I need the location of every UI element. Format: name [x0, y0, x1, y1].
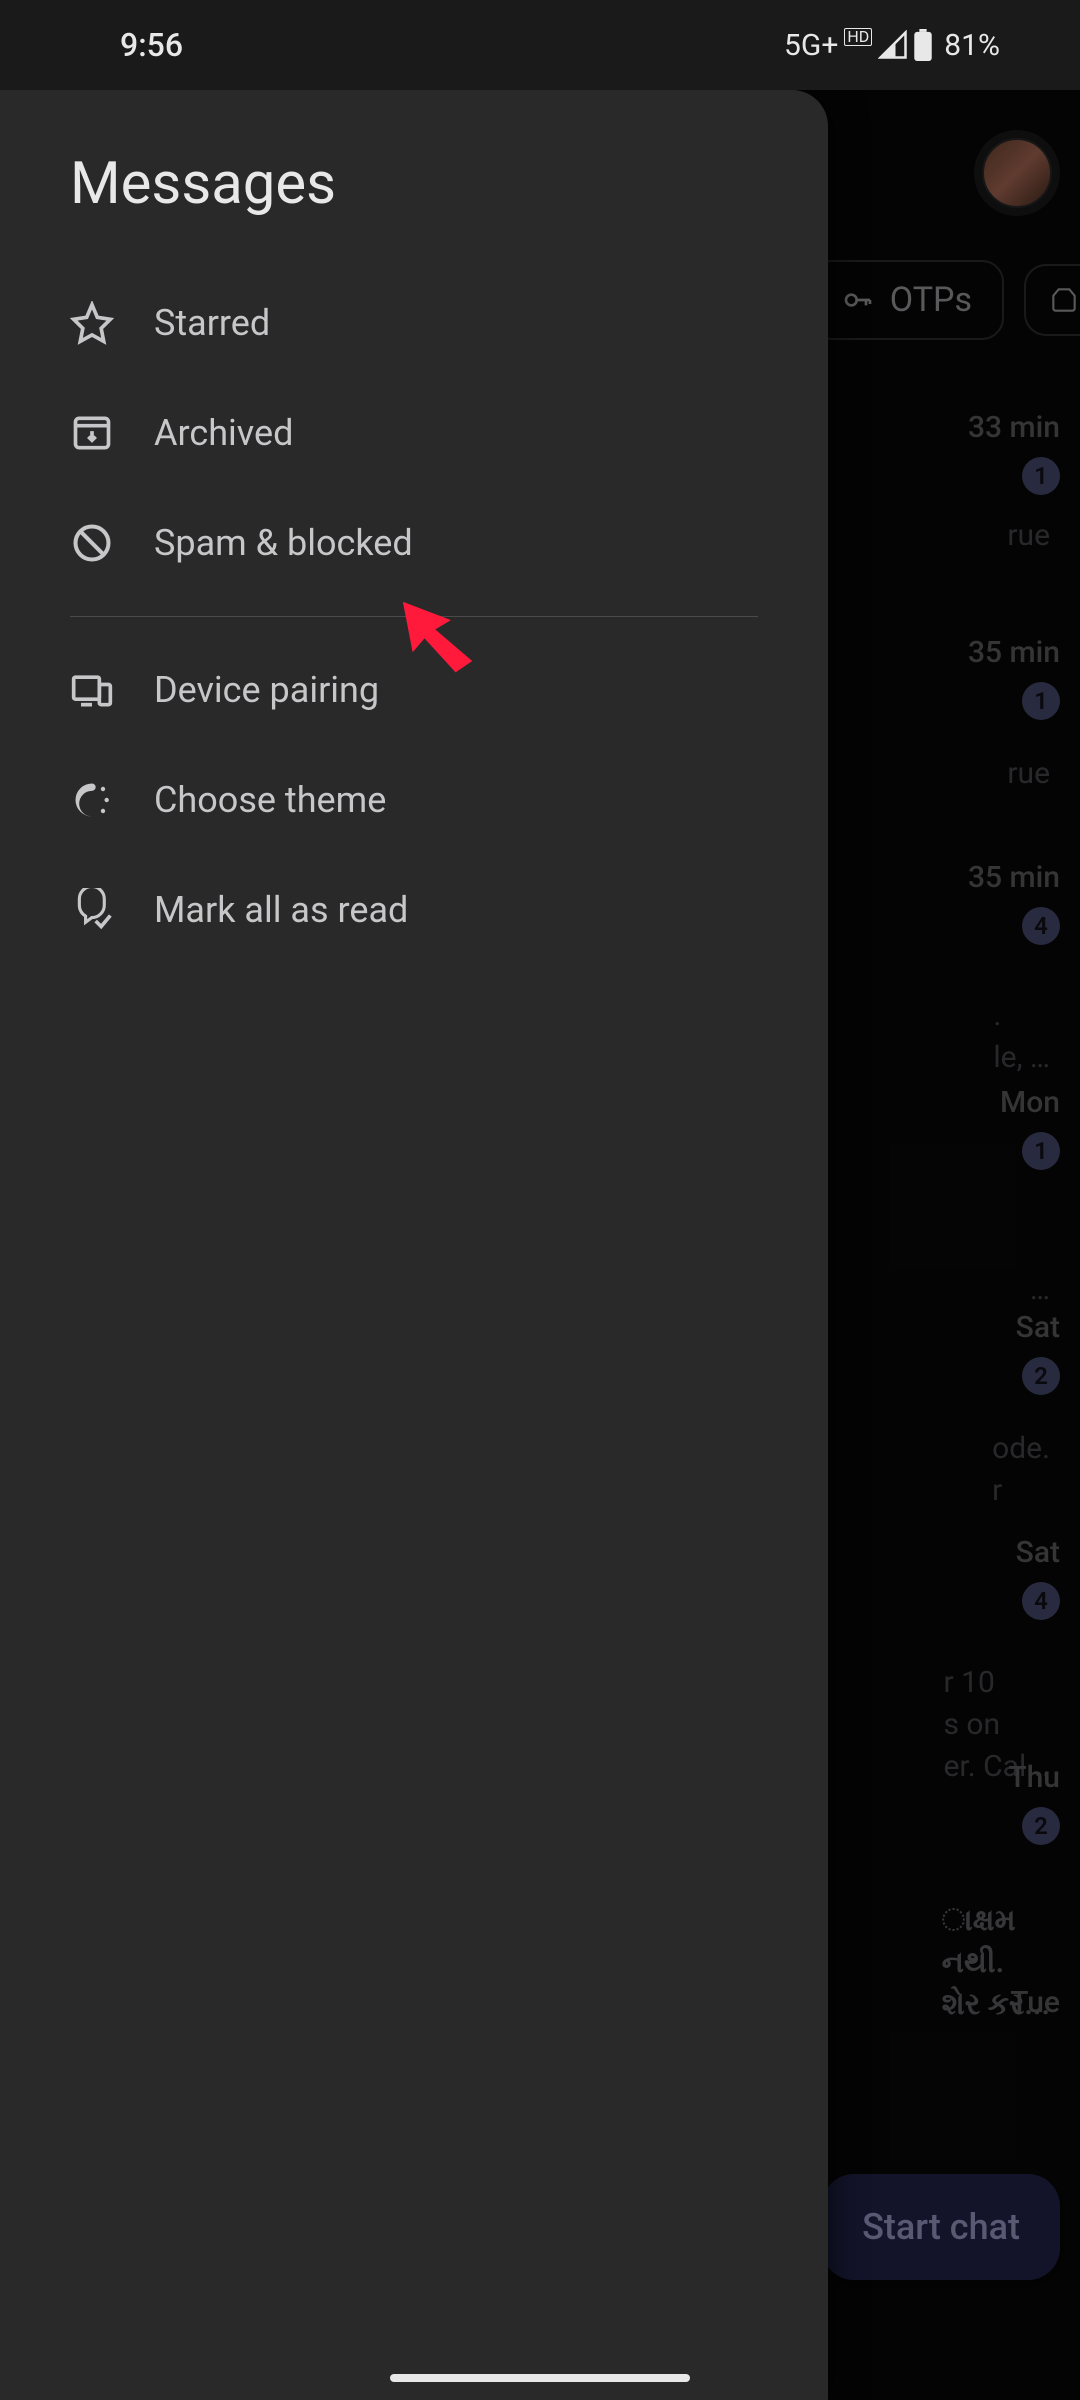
status-right-cluster: 5G+ HD 81%: [784, 28, 1000, 63]
theme-icon: [70, 778, 114, 822]
status-bar: 9:56 5G+ HD 81%: [0, 0, 1080, 90]
drawer-item-choose-theme[interactable]: Choose theme: [0, 745, 828, 855]
signal-icon: [878, 30, 908, 60]
drawer-item-label: Choose theme: [154, 779, 386, 821]
navigation-handle[interactable]: [390, 2374, 690, 2382]
status-time: 9:56: [120, 26, 183, 64]
battery-icon: [914, 29, 932, 61]
drawer-item-spam-blocked[interactable]: Spam & blocked: [0, 488, 828, 598]
drawer-item-label: Spam & blocked: [154, 522, 413, 564]
drawer-item-starred[interactable]: Starred: [0, 268, 828, 378]
drawer-item-label: Device pairing: [154, 669, 379, 711]
network-type: 5G+: [784, 28, 838, 63]
drawer-item-label: Mark all as read: [154, 889, 408, 931]
navigation-drawer: Messages Starred Archived Spam & blocked…: [0, 90, 828, 2400]
drawer-item-label: Starred: [154, 302, 270, 344]
star-icon: [70, 301, 114, 345]
drawer-title: Messages: [0, 150, 828, 268]
archive-icon: [70, 411, 114, 455]
drawer-item-label: Archived: [154, 412, 293, 454]
mark-read-icon: [70, 888, 114, 932]
battery-percentage: 81%: [944, 28, 1000, 63]
drawer-item-archived[interactable]: Archived: [0, 378, 828, 488]
hd-badge: HD: [844, 28, 872, 46]
devices-icon: [70, 668, 114, 712]
block-icon: [70, 521, 114, 565]
drawer-item-mark-all-read[interactable]: Mark all as read: [0, 855, 828, 965]
